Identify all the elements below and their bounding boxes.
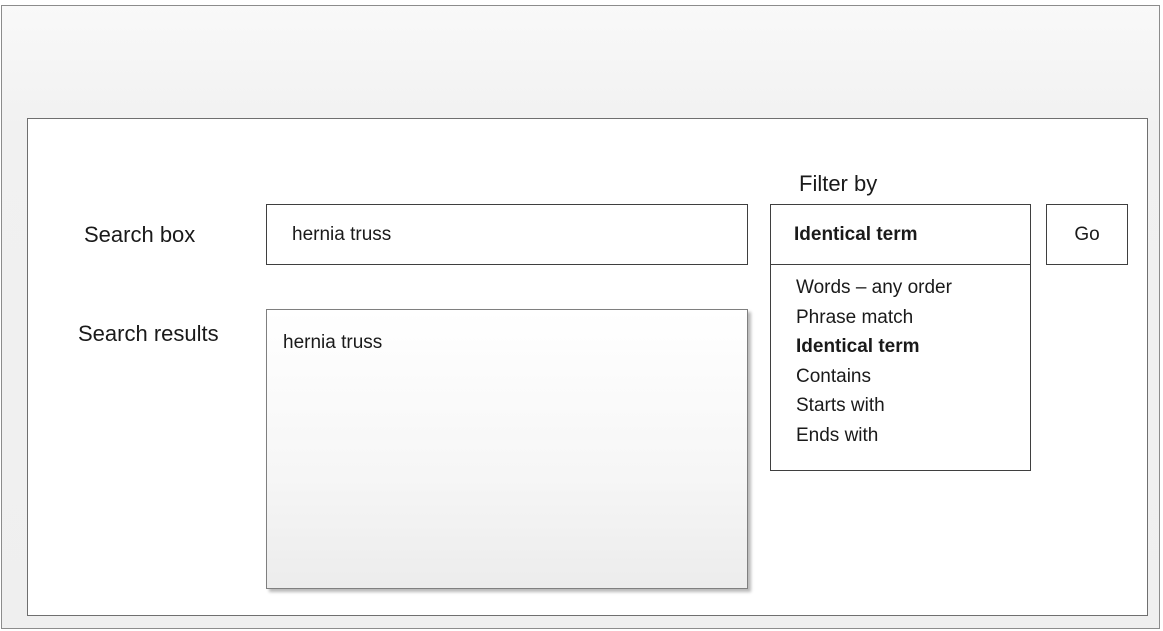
search-results-label: Search results xyxy=(78,321,219,346)
filter-dropdown[interactable]: Identical term xyxy=(770,204,1031,265)
search-results-list[interactable]: hernia truss xyxy=(266,309,748,589)
list-item[interactable]: hernia truss xyxy=(283,331,382,355)
filter-option-phrase-match[interactable]: Phrase match xyxy=(771,303,1030,333)
filter-by-label: Filter by xyxy=(799,171,878,196)
go-button[interactable]: Go xyxy=(1046,204,1128,265)
filter-option-ends-with[interactable]: Ends with xyxy=(771,421,1030,451)
filter-option-starts-with[interactable]: Starts with xyxy=(771,391,1030,421)
filter-option-identical-term[interactable]: Identical term xyxy=(771,332,1030,362)
search-box-label: Search box xyxy=(84,222,196,247)
filter-option-any-order[interactable]: Words – any order xyxy=(771,273,1030,303)
filter-selected-value: Identical term xyxy=(794,224,918,245)
search-input[interactable] xyxy=(266,204,748,265)
filter-options-list: Words – any order Phrase match Identical… xyxy=(770,264,1031,471)
filter-option-contains[interactable]: Contains xyxy=(771,362,1030,392)
